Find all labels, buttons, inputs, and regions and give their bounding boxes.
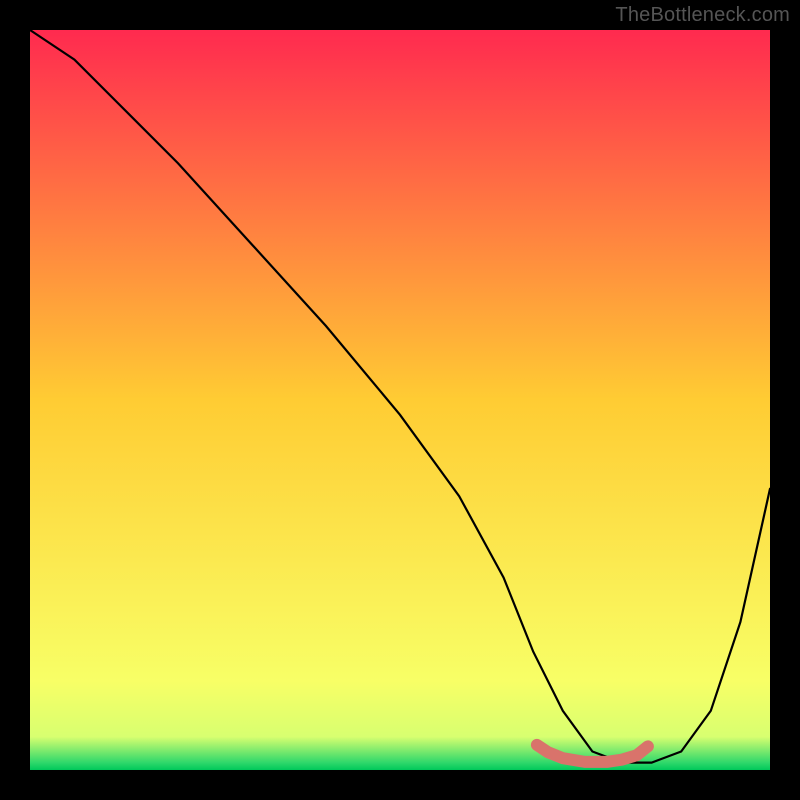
bottleneck-chart [0,0,800,800]
watermark-text: TheBottleneck.com [615,4,790,27]
plot-background [30,30,770,770]
